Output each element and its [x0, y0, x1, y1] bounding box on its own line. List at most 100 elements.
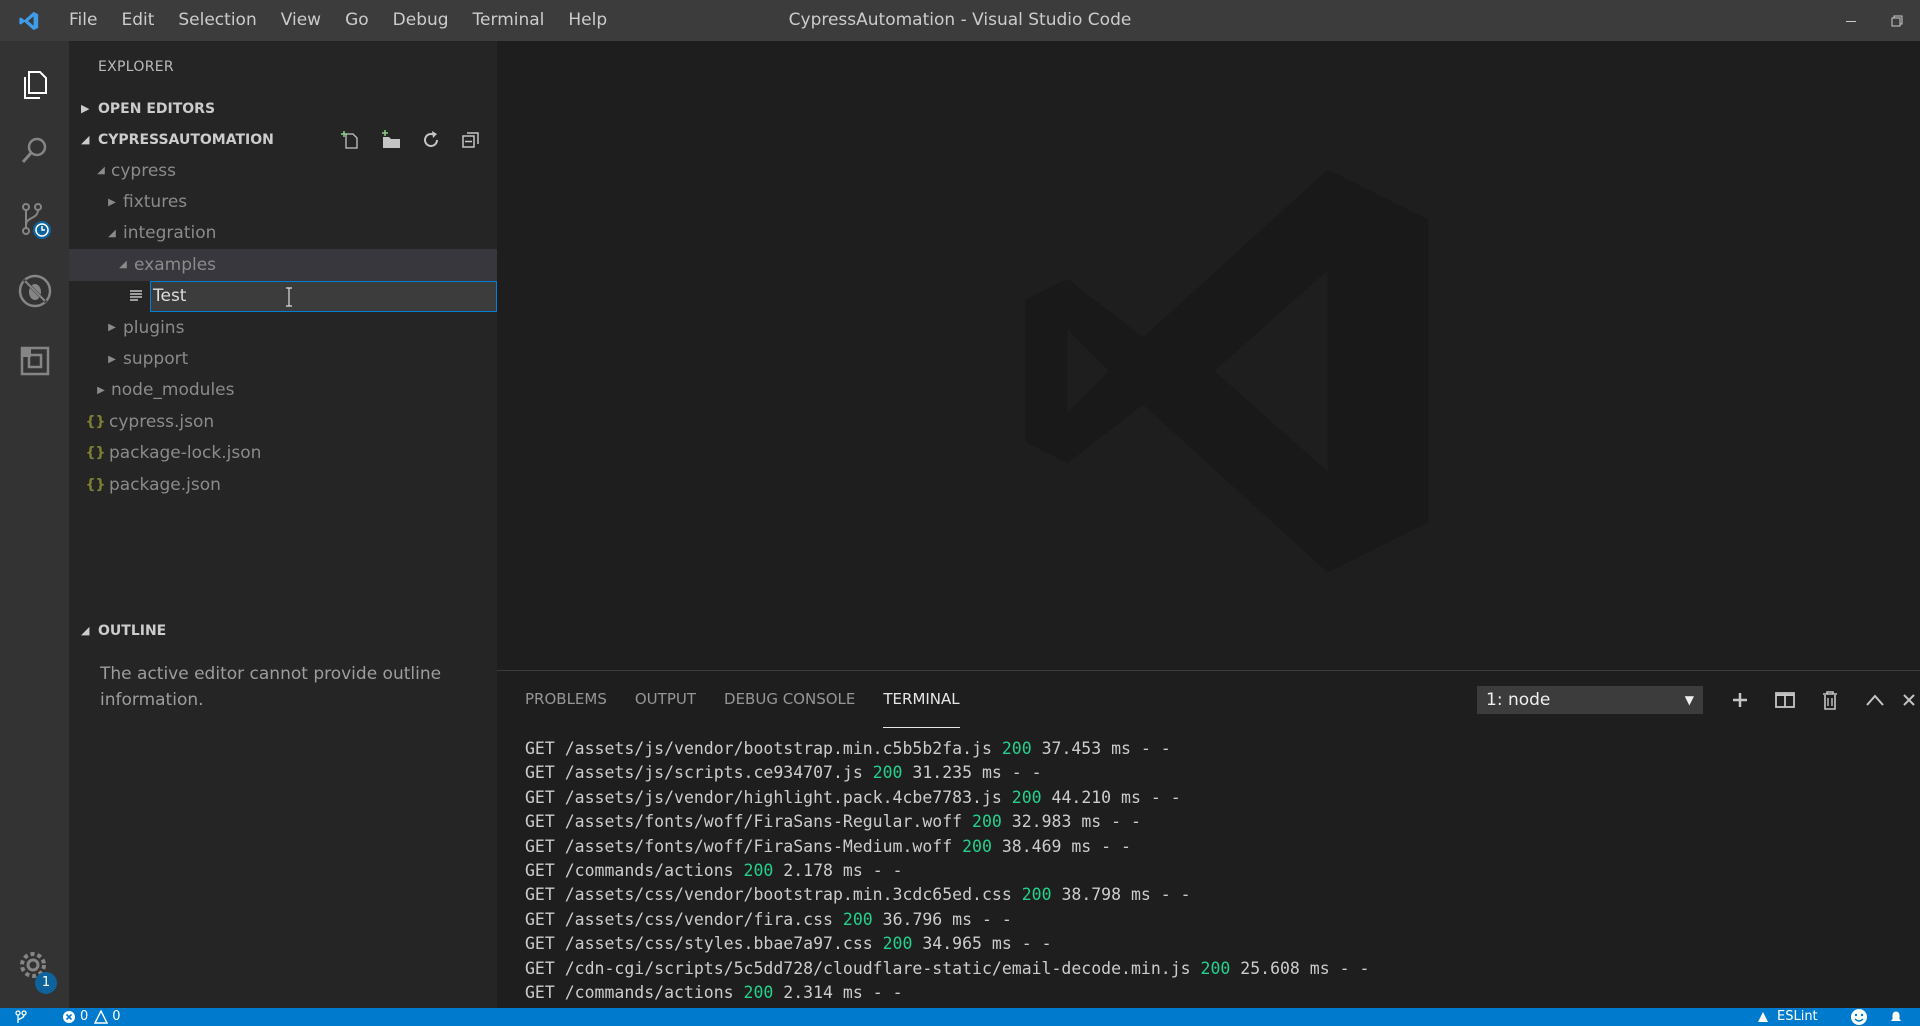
- project-header[interactable]: ◢ CYPRESSAUTOMATION: [69, 124, 497, 155]
- terminal-request: GET /assets/js/scripts.ce934707.js: [525, 763, 873, 783]
- terminal-line: GET /assets/fonts/woff/FiraSans-Medium.w…: [525, 835, 1905, 859]
- notifications-button[interactable]: [1888, 1008, 1904, 1026]
- tree-file-cypress-json[interactable]: {} cypress.json: [69, 406, 497, 437]
- tree-folder-examples[interactable]: ◢ examples: [69, 249, 497, 281]
- new-file-button[interactable]: [331, 124, 371, 155]
- terminal-status-code: 200: [962, 836, 992, 856]
- bell-icon: [1891, 1011, 1901, 1021]
- warning-icon: [94, 1010, 109, 1024]
- window-controls: [1828, 0, 1920, 41]
- terminal-timing: 38.469 ms - -: [991, 836, 1131, 856]
- problems-indicator[interactable]: 0 0: [62, 1008, 121, 1026]
- close-panel-button[interactable]: [1897, 683, 1920, 717]
- tree-item-label: examples: [134, 254, 217, 275]
- activity-bar: 1: [0, 41, 69, 1008]
- debug-icon: [18, 274, 51, 308]
- maximize-panel-button[interactable]: [1852, 683, 1897, 717]
- expand-chevron-icon: ◢: [97, 165, 105, 177]
- terminal-request: GET /assets/js/vendor/bootstrap.min.c5b5…: [525, 739, 1002, 758]
- remote-indicator[interactable]: [14, 1008, 28, 1026]
- terminal-line: GET /assets/js/vendor/bootstrap.min.c5b5…: [525, 737, 1905, 761]
- eslint-indicator[interactable]: ESLint: [1757, 1008, 1818, 1026]
- explorer-button[interactable]: [0, 55, 69, 115]
- collapse-chevron-icon: ▶: [108, 196, 116, 208]
- menu-item-terminal[interactable]: Terminal: [461, 0, 557, 41]
- panel-actions: [1717, 683, 1920, 717]
- tree-folder-fixtures[interactable]: ▶ fixtures: [69, 186, 497, 217]
- tab-output[interactable]: OUTPUT: [635, 671, 696, 728]
- tree-folder-cypress[interactable]: ◢ cypress: [69, 155, 497, 186]
- terminal-line: GET /commands/actions 200 2.314 ms - -: [525, 981, 1905, 1005]
- tree-folder-plugins[interactable]: ▶ plugins: [69, 312, 497, 343]
- terminal-output[interactable]: GET /assets/js/vendor/bootstrap.min.c5b5…: [525, 737, 1905, 1005]
- feedback-button[interactable]: [1850, 1008, 1868, 1026]
- tab-problems[interactable]: PROBLEMS: [525, 671, 607, 728]
- vscode-watermark-icon: [1017, 161, 1437, 585]
- minimize-button[interactable]: [1828, 0, 1874, 41]
- terminal-status-code: 200: [1001, 739, 1032, 758]
- split-terminal-button[interactable]: [1762, 683, 1807, 717]
- tree-folder-node-modules[interactable]: ▶ node_modules: [69, 375, 497, 406]
- menu-item-go[interactable]: Go: [333, 0, 381, 41]
- terminal-request: GET /cdn-cgi/scripts/5c5dd728/cloudflare…: [525, 958, 1201, 978]
- open-editors-header[interactable]: ▶ OPEN EDITORS: [69, 93, 497, 124]
- collapse-chevron-icon: ▶: [97, 384, 105, 396]
- collapse-chevron-icon: ▶: [108, 322, 116, 334]
- kill-terminal-button[interactable]: [1807, 683, 1852, 717]
- search-button[interactable]: [0, 120, 69, 180]
- new-folder-button[interactable]: [371, 124, 411, 155]
- tree-folder-support[interactable]: ▶ support: [69, 343, 497, 374]
- rename-input[interactable]: Test: [150, 280, 497, 312]
- outline-header[interactable]: ◢ OUTLINE: [69, 615, 497, 646]
- extensions-icon: [20, 346, 49, 376]
- terminal-line: GET /commands/actions 200 2.178 ms - -: [525, 859, 1905, 883]
- tree-file-package-json[interactable]: {} package.json: [69, 469, 497, 500]
- error-count: 0: [80, 1009, 89, 1024]
- terminal-status-code: 200: [842, 909, 873, 929]
- source-control-button[interactable]: [0, 191, 69, 251]
- vscode-logo-icon: [0, 0, 57, 41]
- terminal-request: GET /assets/css/styles.bbae7a97.css: [525, 934, 883, 954]
- restore-button[interactable]: [1874, 0, 1920, 41]
- menu-item-edit[interactable]: Edit: [109, 0, 166, 41]
- new-terminal-button[interactable]: [1717, 683, 1762, 717]
- dropdown-caret-icon: ▼: [1684, 693, 1694, 707]
- explorer-actions: [331, 124, 491, 155]
- warning-count: 0: [112, 1009, 121, 1024]
- menu-item-view[interactable]: View: [269, 0, 333, 41]
- branch-icon: [15, 1010, 27, 1023]
- terminal-status-code: 200: [1021, 885, 1052, 905]
- refresh-button[interactable]: [411, 124, 451, 155]
- smiley-icon: [1851, 1009, 1867, 1025]
- open-editors-label: OPEN EDITORS: [98, 100, 216, 117]
- menu-bar: File Edit Selection View Go Debug Terminal Help: [57, 0, 619, 41]
- terminal-status-code: 200: [882, 934, 913, 954]
- tree-item-label: integration: [123, 223, 217, 244]
- menu-item-debug[interactable]: Debug: [381, 0, 461, 41]
- tree-file-package-lock-json[interactable]: {} package-lock.json: [69, 438, 497, 469]
- menu-item-help[interactable]: Help: [556, 0, 619, 41]
- split-icon: [1774, 692, 1795, 708]
- settings-button[interactable]: 1: [0, 937, 69, 997]
- debug-button[interactable]: [0, 261, 69, 321]
- json-file-icon: {}: [85, 413, 106, 430]
- terminal-status-code: 200: [743, 861, 774, 881]
- collapse-all-button[interactable]: [451, 124, 491, 155]
- extensions-button[interactable]: [0, 331, 69, 391]
- menu-item-selection[interactable]: Selection: [166, 0, 268, 41]
- terminal-request: GET /assets/fonts/woff/FiraSans-Medium.w…: [525, 836, 963, 856]
- tree-item-label: cypress.json: [109, 411, 215, 432]
- tree-item-label: package.json: [109, 474, 221, 495]
- editor-area: [497, 41, 1920, 670]
- terminal-request: GET /assets/css/vendor/fira.css: [525, 909, 843, 929]
- collapse-all-icon: [462, 131, 479, 148]
- tab-debug-console[interactable]: DEBUG CONSOLE: [724, 671, 855, 728]
- menu-item-file[interactable]: File: [57, 0, 109, 41]
- tree-folder-integration[interactable]: ◢ integration: [69, 218, 497, 249]
- tree-item-label: node_modules: [111, 380, 235, 401]
- terminal-timing: 38.798 ms - -: [1051, 885, 1191, 905]
- terminal-select[interactable]: 1: node ▼: [1477, 686, 1703, 714]
- tab-terminal[interactable]: TERMINAL: [883, 671, 960, 728]
- expand-chevron-icon: ◢: [81, 624, 90, 637]
- terminal-timing: 32.983 ms - -: [1001, 812, 1141, 832]
